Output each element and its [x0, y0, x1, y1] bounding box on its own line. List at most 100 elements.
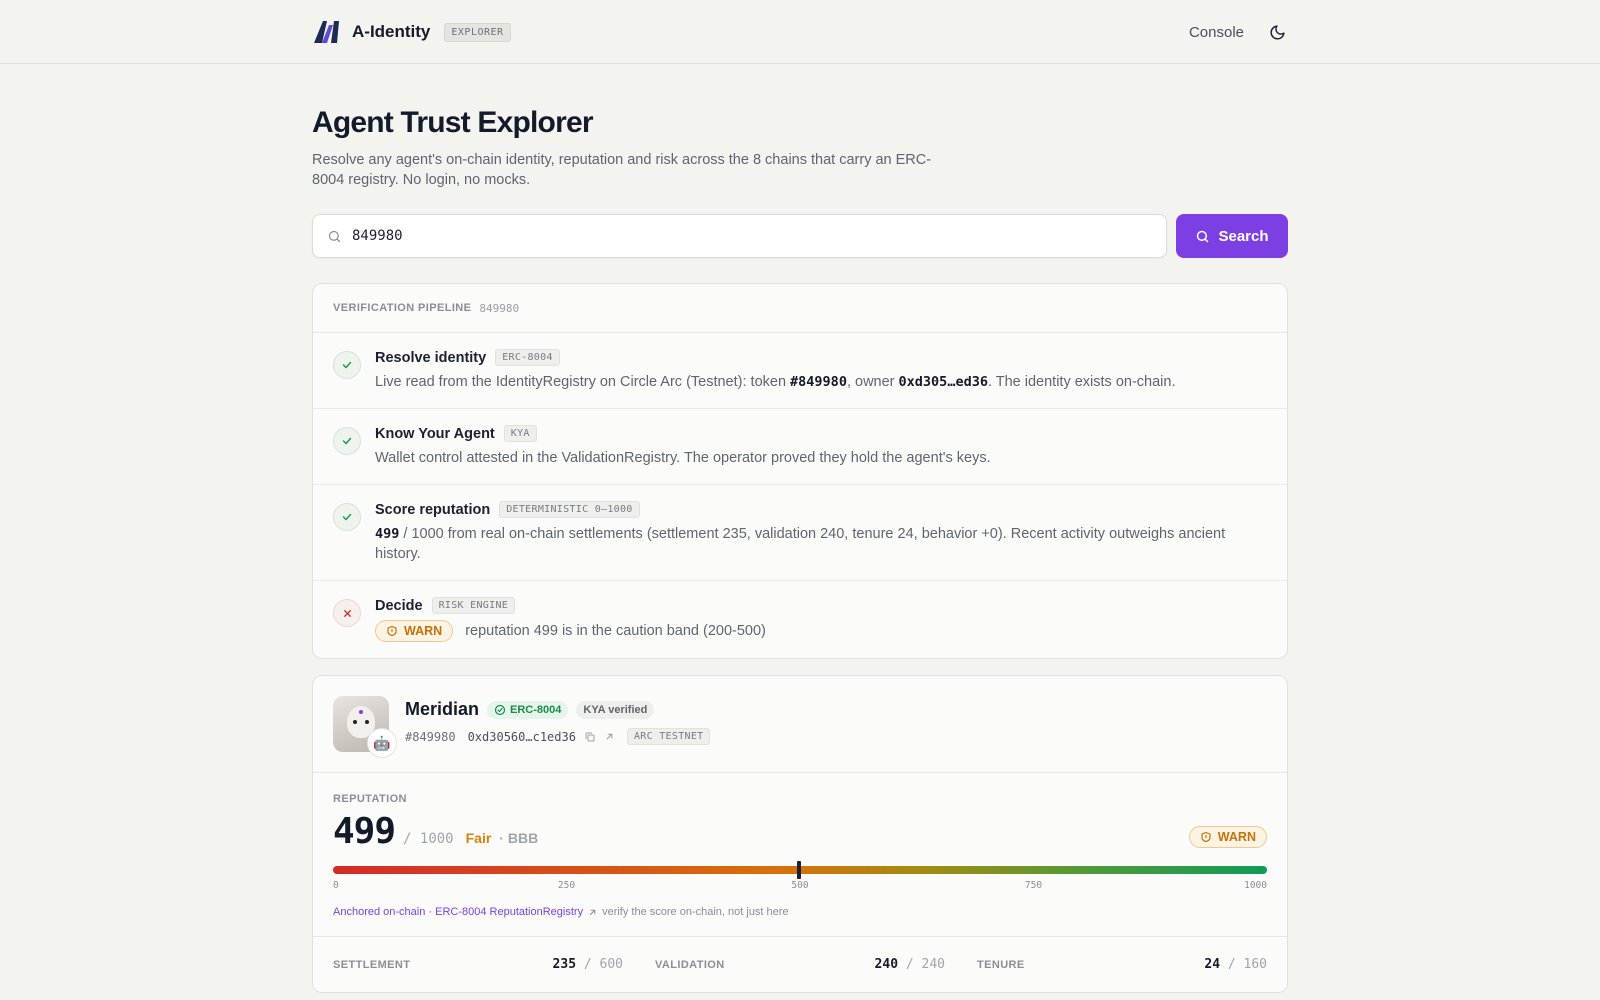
decision-reason: reputation 499 is in the caution band (2… [465, 623, 766, 639]
breakdown-label: TENURE [977, 959, 1025, 971]
reputation-max: / 1000 [403, 831, 454, 847]
moon-icon [1270, 24, 1285, 39]
step-description: Live read from the IdentityRegistry on C… [375, 372, 1267, 392]
step-chip: ERC-8004 [495, 349, 560, 366]
avatar: 🤖 [333, 696, 397, 758]
breakdown-label: SETTLEMENT [333, 959, 411, 971]
desc-prefix: Live read from the IdentityRegistry on C… [375, 374, 791, 390]
breakdown-sep: / [1227, 957, 1236, 972]
reputation-section: REPUTATION 499 / 1000 Fair · BBB WARN 0 … [313, 773, 1287, 937]
brand-tag: EXPLORER [444, 22, 511, 42]
token-id: #849980 [790, 374, 847, 390]
reputation-gauge [333, 861, 1267, 879]
step-chip: RISK ENGINE [431, 597, 516, 614]
gauge-marker [797, 861, 802, 879]
score-desc: / 1000 from real on-chain settlements (s… [375, 526, 1226, 562]
warn-label: WARN [404, 624, 443, 638]
search-row: Search [312, 214, 1288, 258]
breakdown-validation: VALIDATION 240 / 240 [655, 957, 945, 972]
breakdown-settlement: SETTLEMENT 235 / 600 [333, 957, 623, 972]
top-bar: A-Identity EXPLORER Console [0, 0, 1600, 64]
check-circle-icon [494, 704, 506, 715]
warn-label: WARN [1217, 830, 1256, 844]
reputation-rating: · BBB [499, 830, 539, 846]
page-subtitle: Resolve any agent's on-chain identity, r… [312, 152, 932, 188]
breakdown-max: 600 [599, 957, 623, 972]
breakdown-sep: / [905, 957, 914, 972]
breakdown-max: 240 [921, 957, 945, 972]
shield-icon [387, 625, 397, 637]
reputation-label: REPUTATION [333, 793, 407, 805]
reputation-registry-link[interactable]: Anchored on-chain · ERC-8004 ReputationR… [333, 906, 583, 918]
breakdown-label: VALIDATION [655, 959, 725, 971]
shield-icon [1201, 831, 1211, 843]
console-link[interactable]: Console [1189, 24, 1244, 41]
step-resolve-identity: Resolve identity ERC-8004 Live read from… [313, 333, 1287, 409]
gauge-tick: 250 [557, 880, 576, 891]
desc-mid: , owner [846, 374, 899, 390]
brand-name: A-Identity [352, 22, 431, 41]
step-decide: Decide RISK ENGINE WARN reputation 499 i… [313, 581, 1287, 658]
step-chip: DETERMINISTIC 0–1000 [499, 501, 640, 518]
x-icon [333, 599, 361, 627]
pipeline-label: VERIFICATION PIPELINE [333, 302, 472, 314]
step-title: Score reputation [375, 501, 491, 518]
step-title: Resolve identity [375, 349, 487, 366]
warn-badge: WARN [1188, 826, 1267, 848]
chain-chip: ARC TESTNET [626, 728, 711, 745]
step-chip: KYA [503, 425, 537, 442]
gauge-ticks: 0 250 500 750 1000 [333, 880, 1267, 894]
pipeline-header: VERIFICATION PIPELINE 849980 [313, 284, 1287, 333]
step-title: Know Your Agent [375, 425, 495, 442]
reputation-grade: Fair [465, 830, 492, 846]
brand[interactable]: A-Identity EXPLORER [312, 19, 511, 45]
reputation-score: 499 [333, 811, 396, 852]
owner-address: 0xd305…ed36 [898, 374, 988, 390]
robot-icon: 🤖 [367, 728, 397, 758]
breakdown-value: 235 [552, 957, 577, 972]
erc-badge: ERC-8004 [487, 700, 569, 719]
search-input[interactable] [352, 228, 1152, 244]
anchored-note: verify the score on-chain, not just here [602, 906, 789, 918]
agent-name: Meridian [405, 699, 480, 719]
kya-badge: KYA verified [576, 700, 655, 719]
gauge-tick: 750 [1024, 880, 1043, 891]
warn-badge: WARN [375, 620, 454, 642]
check-icon [333, 427, 361, 455]
desc-suffix: . The identity exists on-chain. [987, 374, 1176, 390]
step-description: 499 / 1000 from real on-chain settlement… [375, 524, 1267, 564]
gauge-tick: 500 [791, 880, 809, 891]
gauge-tick: 1000 [1244, 880, 1267, 891]
breakdown-tenure: TENURE 24 / 160 [977, 957, 1267, 972]
step-title: Decide [375, 597, 423, 614]
breakdown-value: 24 [1204, 957, 1221, 972]
search-icon [328, 230, 341, 242]
step-know-your-agent: Know Your Agent KYA Wallet control attes… [313, 409, 1287, 485]
search-button-label: Search [1218, 227, 1269, 245]
copy-icon[interactable] [584, 731, 596, 743]
agent-card: 🤖 Meridian ERC-8004 KYA verified #849980… [312, 675, 1288, 993]
breakdown-sep: / [583, 957, 592, 972]
gauge-tick: 0 [333, 880, 339, 891]
step-score: 499 [375, 526, 400, 542]
verification-pipeline-card: VERIFICATION PIPELINE 849980 Resolve ide… [312, 283, 1288, 659]
page-title: Agent Trust Explorer [312, 106, 594, 139]
theme-toggle-button[interactable] [1266, 21, 1288, 43]
breakdown-max: 160 [1243, 957, 1267, 972]
pipeline-id: 849980 [479, 301, 520, 315]
external-link-icon[interactable] [604, 731, 615, 742]
brand-logo-icon [314, 21, 339, 43]
arrow-up-right-icon [589, 909, 596, 915]
erc-badge-label: ERC-8004 [510, 703, 562, 716]
search-box[interactable] [312, 214, 1167, 258]
agent-address: 0xd30560…c1ed36 [467, 729, 576, 744]
search-icon [1197, 230, 1209, 242]
step-score-reputation: Score reputation DETERMINISTIC 0–1000 49… [313, 485, 1287, 581]
score-breakdown: SETTLEMENT 235 / 600 VALIDATION 240 / 24… [313, 937, 1287, 992]
search-button[interactable]: Search [1176, 214, 1288, 258]
agent-token: #849980 [405, 729, 456, 744]
check-icon [333, 351, 361, 379]
step-description: Wallet control attested in the Validatio… [375, 450, 991, 466]
breakdown-value: 240 [874, 957, 899, 972]
check-icon [333, 503, 361, 531]
